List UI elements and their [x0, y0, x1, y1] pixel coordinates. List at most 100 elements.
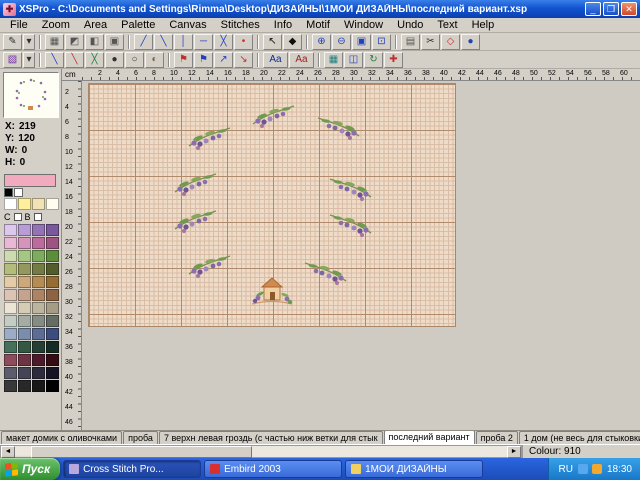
arrow-se-tool-button[interactable]: ↘: [234, 52, 253, 68]
palette-colour-swatch[interactable]: [4, 289, 17, 301]
palette-colour-swatch[interactable]: [32, 380, 45, 392]
palette-colour-swatch[interactable]: [46, 263, 59, 275]
palette-colour-swatch[interactable]: [18, 237, 31, 249]
palette-colour-swatch[interactable]: [46, 315, 59, 327]
language-indicator[interactable]: RU: [559, 464, 573, 475]
backstitch-diag-up-button[interactable]: ╱: [134, 34, 153, 50]
backstitch-colour-red-button[interactable]: ╲: [65, 52, 84, 68]
palette-colour-swatch[interactable]: [32, 367, 45, 379]
menu-window[interactable]: Window: [337, 18, 390, 32]
menu-canvas[interactable]: Canvas: [162, 18, 213, 32]
palette-colour-swatch[interactable]: [14, 188, 23, 197]
half-stitch-button[interactable]: ◩: [65, 34, 84, 50]
taskbar-button[interactable]: Cross Stitch Pro...: [63, 460, 201, 478]
backstitch-vertical-button[interactable]: │: [174, 34, 193, 50]
menu-file[interactable]: File: [3, 18, 35, 32]
zoom-out-button[interactable]: ⊖: [332, 34, 351, 50]
close-button[interactable]: ✕: [621, 2, 637, 16]
palette-colour-swatch[interactable]: [18, 198, 31, 210]
maximize-button[interactable]: ❐: [603, 2, 619, 16]
selected-colour-swatch[interactable]: [4, 174, 56, 187]
palette-colour-swatch[interactable]: [4, 341, 17, 353]
palette-colour-swatch[interactable]: [46, 302, 59, 314]
palette-colour-swatch[interactable]: [46, 367, 59, 379]
palette-colour-swatch[interactable]: [46, 250, 59, 262]
palette-colour-swatch[interactable]: [32, 302, 45, 314]
palette-colour-swatch[interactable]: [46, 198, 59, 210]
flag-red-button[interactable]: ⚑: [174, 52, 193, 68]
palette-colour-swatch[interactable]: [4, 367, 17, 379]
bead-tool-button[interactable]: ●: [461, 34, 480, 50]
backstitch-cross-button[interactable]: ╳: [214, 34, 233, 50]
palette-colour-swatch[interactable]: [18, 224, 31, 236]
taskbar-button[interactable]: 1МОИ ДИЗАЙНЫ: [345, 460, 483, 478]
horizontal-scrollbar[interactable]: ◄ ►: [0, 445, 522, 458]
palette-colour-swatch[interactable]: [4, 380, 17, 392]
palette-colour-swatch[interactable]: [46, 354, 59, 366]
tray-icon[interactable]: [578, 464, 588, 474]
palette-colour-swatch[interactable]: [32, 276, 45, 288]
palette-colour-swatch[interactable]: [32, 328, 45, 340]
font-style-1-button[interactable]: Aa: [263, 52, 288, 68]
scrollbar-thumb[interactable]: [31, 446, 252, 458]
half-tone-tool-button[interactable]: ◐: [145, 52, 164, 68]
palette-colour-swatch[interactable]: [4, 302, 17, 314]
palette-colour-swatch[interactable]: [46, 289, 59, 301]
font-style-2-button[interactable]: Aa: [289, 52, 314, 68]
scrollbar-track[interactable]: [15, 446, 507, 458]
menu-zoom[interactable]: Zoom: [35, 18, 77, 32]
palette-colour-swatch[interactable]: [4, 276, 17, 288]
scroll-right-button[interactable]: ►: [507, 446, 521, 458]
backstitch-diag-down-button[interactable]: ╲: [154, 34, 173, 50]
menu-undo[interactable]: Undo: [390, 18, 430, 32]
shape-tool-button[interactable]: ◇: [441, 34, 460, 50]
b-checkbox[interactable]: [34, 213, 42, 221]
palette-colour-swatch[interactable]: [4, 237, 17, 249]
palette-colour-swatch[interactable]: [32, 224, 45, 236]
palette-colour-swatch[interactable]: [46, 237, 59, 249]
palette-colour-swatch[interactable]: [46, 380, 59, 392]
start-button[interactable]: Пуск: [0, 458, 60, 480]
tray-icon[interactable]: [592, 464, 602, 474]
palette-colour-swatch[interactable]: [4, 188, 13, 197]
palette-tool-button[interactable]: ▧: [3, 52, 22, 68]
pattern-tab[interactable]: проба 2: [476, 431, 518, 444]
menu-palette[interactable]: Palette: [114, 18, 162, 32]
palette-colour-swatch[interactable]: [18, 341, 31, 353]
palette-colour-swatch[interactable]: [46, 276, 59, 288]
palette-colour-swatch[interactable]: [46, 328, 59, 340]
french-knot-outline-button[interactable]: ○: [125, 52, 144, 68]
add-cross-button[interactable]: ✚: [384, 52, 403, 68]
palette-colour-swatch[interactable]: [18, 302, 31, 314]
palette-colour-swatch[interactable]: [32, 237, 45, 249]
menu-motif[interactable]: Motif: [299, 18, 337, 32]
scroll-left-button[interactable]: ◄: [1, 446, 15, 458]
pattern-tab[interactable]: проба: [123, 431, 158, 444]
backstitch-colour-green-button[interactable]: ╳: [85, 52, 104, 68]
palette-colour-swatch[interactable]: [4, 198, 17, 210]
grid-toggle-button[interactable]: ▤: [401, 34, 420, 50]
palette-colour-swatch[interactable]: [32, 250, 45, 262]
backstitch-colour-blue-button[interactable]: ╲: [45, 52, 64, 68]
palette-colour-swatch[interactable]: [18, 263, 31, 275]
palette-colour-swatch[interactable]: [32, 354, 45, 366]
zoom-actual-button[interactable]: ⊡: [372, 34, 391, 50]
palette-colour-swatch[interactable]: [4, 315, 17, 327]
pattern-tab[interactable]: последний вариант: [384, 430, 475, 444]
palette-colour-swatch[interactable]: [18, 328, 31, 340]
three-quarter-stitch-button[interactable]: ◧: [85, 34, 104, 50]
pattern-tab[interactable]: 1 дом (не весь для стыковки): [519, 431, 640, 444]
menu-text[interactable]: Text: [430, 18, 464, 32]
motif-grid-button[interactable]: ▦: [324, 52, 343, 68]
petite-stitch-button[interactable]: ▣: [105, 34, 124, 50]
menu-help[interactable]: Help: [465, 18, 502, 32]
minimize-button[interactable]: _: [585, 2, 601, 16]
palette-colour-swatch[interactable]: [18, 276, 31, 288]
design-canvas[interactable]: [82, 81, 640, 430]
pattern-tab[interactable]: макет домик с оливочками: [1, 431, 122, 444]
palette-colour-swatch[interactable]: [32, 341, 45, 353]
flag-blue-button[interactable]: ⚑: [194, 52, 213, 68]
palette-colour-swatch[interactable]: [18, 315, 31, 327]
backstitch-horizontal-button[interactable]: ─: [194, 34, 213, 50]
menu-info[interactable]: Info: [267, 18, 299, 32]
